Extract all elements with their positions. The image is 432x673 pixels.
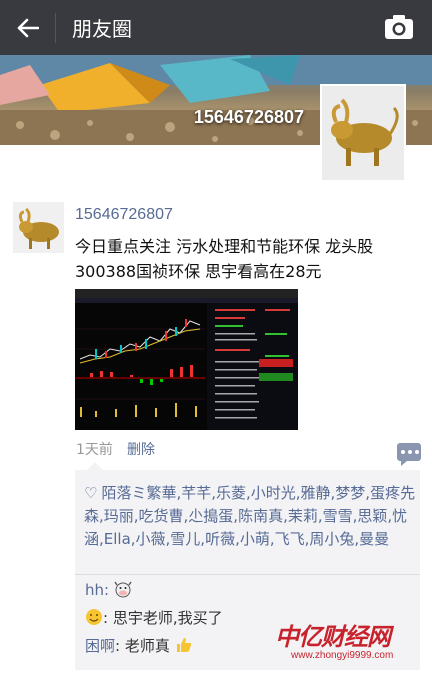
comment-text: : 老师真: [115, 637, 170, 655]
top-bar: 朋友圈: [0, 0, 432, 55]
page-title: 朋友圈: [72, 17, 132, 41]
post-image[interactable]: [75, 289, 298, 430]
thumbs-up-emoji-icon: [176, 638, 191, 652]
header-divider: [55, 12, 56, 43]
comment-button[interactable]: [397, 443, 421, 466]
back-arrow-icon: [17, 18, 39, 37]
cover-username: 15646726807: [193, 107, 304, 127]
stock-chart-screenshot: [75, 289, 298, 430]
likes-names[interactable]: 陌落ミ繁華,芊芊,乐菱,小时光,雅静,梦梦,蛋疼先森,玛丽,吃货曹,尐搗蛋,陈南…: [84, 484, 415, 548]
bull-avatar-art: [322, 86, 404, 180]
camera-button[interactable]: [384, 13, 414, 41]
more-dots-icon: [401, 450, 419, 454]
post-time: 1天前: [76, 442, 113, 458]
watermark: 中亿财经网 www.zhongyi9999.com: [275, 617, 425, 667]
comment-row[interactable]: 困啊: 老师真: [85, 635, 193, 656]
profile-avatar[interactable]: [320, 84, 406, 182]
post-avatar[interactable]: [13, 202, 64, 253]
post-username[interactable]: 15646726807: [75, 206, 173, 224]
cow-emoji-icon: [114, 581, 132, 598]
camera-icon: [385, 15, 413, 39]
comment-author[interactable]: 困啊: [85, 637, 115, 655]
likes-list: ♡ 陌落ミ繁華,芊芊,乐菱,小时光,雅静,梦梦,蛋疼先森,玛丽,吃货曹,尐搗蛋,陈…: [84, 482, 420, 551]
watermark-url: www.zhongyi9999.com: [291, 650, 394, 661]
comment-row[interactable]: : 思宇老师,我买了: [85, 607, 223, 628]
likes-separator: [75, 574, 420, 575]
smile-emoji-icon: [86, 609, 102, 625]
watermark-logo: 中亿财经网: [275, 623, 391, 651]
back-button[interactable]: [0, 0, 55, 55]
delete-link[interactable]: 删除: [127, 439, 155, 459]
post-content: 今日重点关注 污水处理和节能环保 龙头股300388国祯环保 思宇看高在28元: [75, 237, 374, 281]
comment-author[interactable]: hh:: [85, 581, 109, 599]
bull-avatar-small-art: [13, 202, 64, 253]
comment-row[interactable]: hh:: [85, 580, 132, 599]
comment-text: : 思宇老师,我买了: [103, 609, 223, 627]
heart-icon: ♡: [84, 484, 98, 502]
